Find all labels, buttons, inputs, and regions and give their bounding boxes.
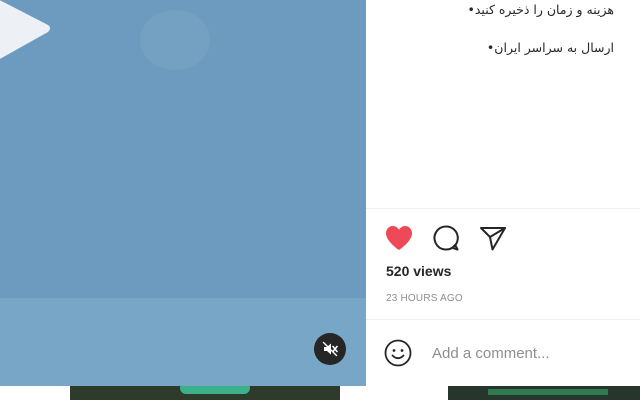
comment-bubble-icon: [433, 225, 459, 251]
comment-button[interactable]: [431, 223, 461, 253]
share-button[interactable]: [478, 223, 508, 253]
views-count[interactable]: 520 views: [386, 263, 451, 279]
background-feed-strip: [0, 386, 640, 400]
post-caption: هزینه و زمان را ذخیره کنید• ارسال به سرا…: [366, 0, 640, 208]
smiley-icon: [384, 339, 412, 367]
feed-thumbnail[interactable]: [70, 386, 340, 400]
like-button[interactable]: [384, 223, 414, 253]
heart-filled-icon: [386, 226, 412, 250]
caption-line: هزینه و زمان را ذخیره کنید•: [467, 2, 614, 17]
mute-button[interactable]: [314, 333, 346, 365]
post-actions: [384, 222, 525, 254]
media-lower-band: [0, 298, 366, 386]
emoji-button[interactable]: [383, 338, 413, 368]
feed-thumbnail[interactable]: [448, 386, 640, 400]
speaker-muted-icon: [322, 341, 338, 357]
post-media[interactable]: [0, 0, 366, 386]
comment-form: [366, 320, 640, 386]
divider: [366, 208, 640, 209]
comment-input[interactable]: [432, 342, 628, 364]
media-blur-shape: [140, 10, 210, 70]
post-side-panel: هزینه و زمان را ذخیره کنید• ارسال به سرا…: [366, 0, 640, 386]
caption-line: ارسال به سراسر ایران•: [486, 40, 614, 55]
post-timestamp[interactable]: 23 HOURS AGO: [386, 293, 463, 304]
paper-plane-icon: [480, 227, 506, 251]
play-arrow-icon: [0, 0, 50, 59]
